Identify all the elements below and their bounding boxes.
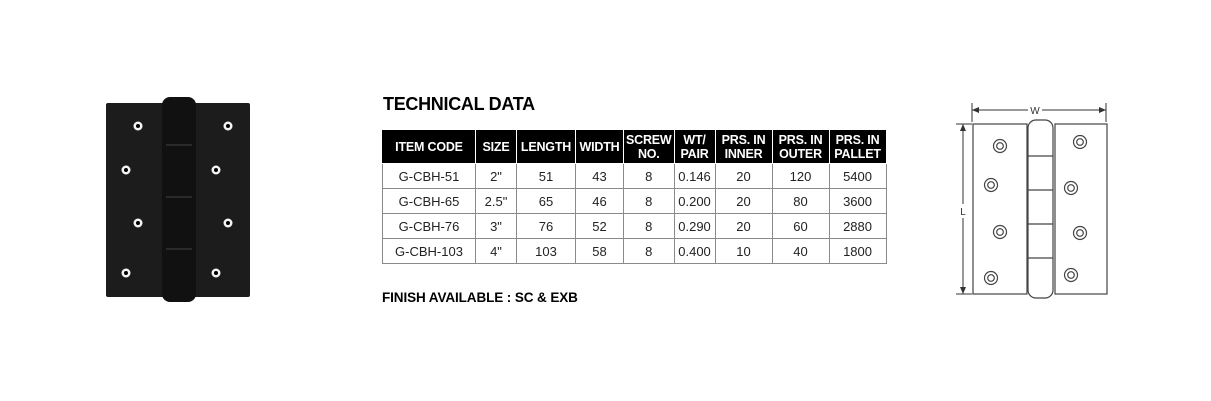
- cell-wt-pair: 0.290: [673, 213, 716, 239]
- table-header-row: ITEM CODE SIZE LENGTH WIDTH SCREW NO. WT/…: [382, 129, 887, 164]
- cell-item-code: G-CBH-65: [382, 188, 476, 214]
- cell-item-code: G-CBH-51: [382, 163, 476, 189]
- cell-size: 2": [475, 163, 517, 189]
- header-prs-inner: PRS. IN INNER: [714, 129, 773, 164]
- cell-prs-outer: 120: [771, 163, 830, 189]
- cell-wt-pair: 0.400: [673, 238, 716, 264]
- cell-length: 51: [516, 163, 576, 189]
- cell-prs-outer: 60: [771, 213, 830, 239]
- cell-item-code: G-CBH-76: [382, 213, 476, 239]
- cell-prs-inner: 20: [714, 163, 773, 189]
- table-row: G-CBH-103 4" 103 58 8 0.400 10 40 1800: [382, 238, 887, 264]
- technical-data-table: ITEM CODE SIZE LENGTH WIDTH SCREW NO. WT/…: [382, 129, 887, 264]
- cell-size: 3": [475, 213, 517, 239]
- header-size: SIZE: [475, 129, 517, 164]
- section-title: TECHNICAL DATA: [383, 94, 535, 114]
- cell-prs-inner: 10: [714, 238, 773, 264]
- table-row: G-CBH-51 2" 51 43 8 0.146 20 120 5400: [382, 163, 887, 189]
- cell-wt-pair: 0.146: [673, 163, 716, 189]
- cell-length: 65: [516, 188, 576, 214]
- cell-wt-pair: 0.200: [673, 188, 716, 214]
- cell-prs-inner: 20: [714, 188, 773, 214]
- cell-size: 2.5": [475, 188, 517, 214]
- cell-prs-pallet: 5400: [828, 163, 887, 189]
- header-prs-pallet: PRS. IN PALLET: [828, 129, 887, 164]
- length-label: L: [960, 207, 966, 218]
- table-row: G-CBH-65 2.5" 65 46 8 0.200 20 80 3600: [382, 188, 887, 214]
- cell-size: 4": [475, 238, 517, 264]
- cell-screw-no: 8: [623, 163, 675, 189]
- header-item-code: ITEM CODE: [382, 129, 476, 164]
- cell-prs-pallet: 3600: [828, 188, 887, 214]
- cell-prs-pallet: 1800: [828, 238, 887, 264]
- cell-prs-outer: 40: [771, 238, 830, 264]
- cell-prs-inner: 20: [714, 213, 773, 239]
- cell-width: 43: [575, 163, 624, 189]
- cell-screw-no: 8: [623, 238, 675, 264]
- cell-item-code: G-CBH-103: [382, 238, 476, 264]
- header-length: LENGTH: [516, 129, 576, 164]
- cell-screw-no: 8: [623, 188, 675, 214]
- cell-screw-no: 8: [623, 213, 675, 239]
- width-label: W: [1030, 106, 1040, 117]
- cell-prs-pallet: 2880: [828, 213, 887, 239]
- cell-prs-outer: 80: [771, 188, 830, 214]
- hinge-photo: [106, 97, 250, 302]
- hinge-technical-drawing: W L: [956, 103, 1108, 299]
- header-screw-no: SCREW NO.: [623, 129, 675, 164]
- header-prs-outer: PRS. IN OUTER: [771, 129, 830, 164]
- header-wt-pair: WT/PAIR: [673, 129, 716, 164]
- cell-length: 76: [516, 213, 576, 239]
- cell-width: 52: [575, 213, 624, 239]
- cell-length: 103: [516, 238, 576, 264]
- header-width: WIDTH: [575, 129, 624, 164]
- cell-width: 46: [575, 188, 624, 214]
- table-row: G-CBH-76 3" 76 52 8 0.290 20 60 2880: [382, 213, 887, 239]
- cell-width: 58: [575, 238, 624, 264]
- finish-available-note: FINISH AVAILABLE : SC & EXB: [382, 290, 578, 305]
